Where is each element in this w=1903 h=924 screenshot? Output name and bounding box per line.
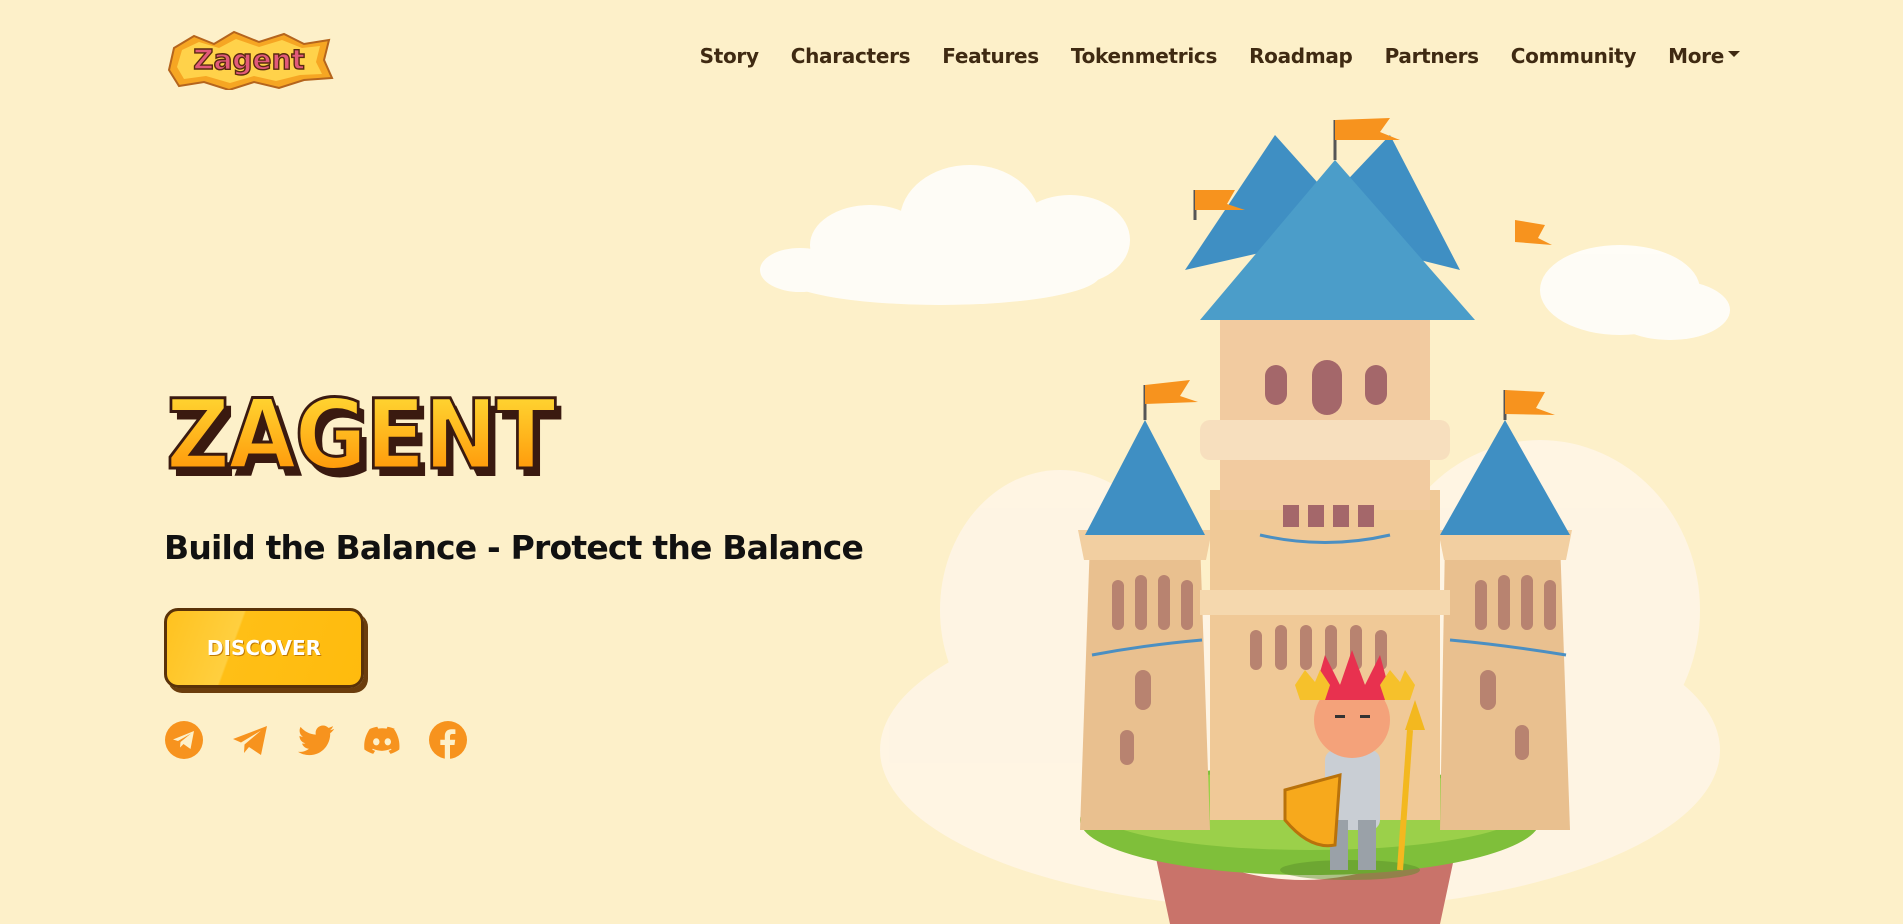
discord-icon[interactable] [362,720,402,760]
discover-button[interactable]: DISCOVER [164,608,364,688]
telegram-circle-icon[interactable] [164,720,204,760]
nav-characters[interactable]: Characters [791,44,911,68]
nav-story[interactable]: Story [700,44,759,68]
nav-more-dropdown[interactable]: More [1668,44,1740,68]
zagent-logo[interactable]: Zagent [164,30,334,90]
telegram-plane-icon[interactable] [230,720,270,760]
caret-down-icon [1728,51,1740,57]
hero-title: ZAGENT ZAGENT [165,380,564,499]
main-nav: Story Characters Features Tokenmetrics R… [700,44,1740,68]
nav-features[interactable]: Features [942,44,1039,68]
nav-tokenmetrics[interactable]: Tokenmetrics [1071,44,1217,68]
nav-partners[interactable]: Partners [1385,44,1480,68]
social-links [164,720,468,760]
left-tower [1078,380,1212,830]
logo-text: Zagent [193,43,305,76]
hero-title-text: ZAGENT [166,380,555,491]
nav-more-label: More [1668,44,1724,68]
nav-community[interactable]: Community [1511,44,1637,68]
twitter-icon[interactable] [296,720,336,760]
castle-illustration [760,118,1730,924]
nav-roadmap[interactable]: Roadmap [1249,44,1353,68]
facebook-icon[interactable] [428,720,468,760]
